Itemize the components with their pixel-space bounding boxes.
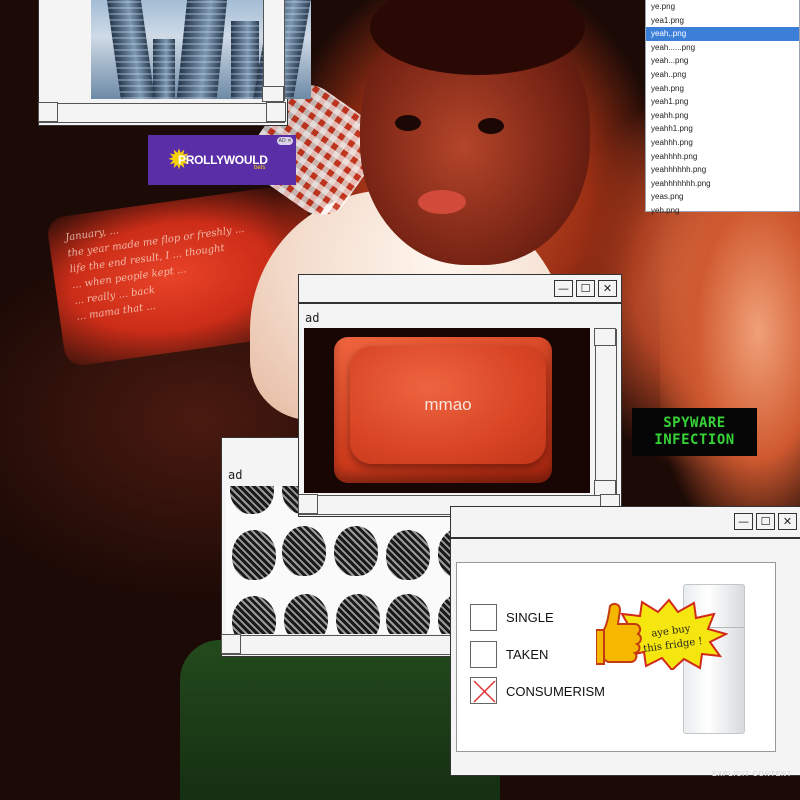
scroll-left-arrow[interactable] xyxy=(298,494,318,514)
window-label: ad xyxy=(305,311,320,325)
file-list-item[interactable]: yeah......png xyxy=(646,41,799,55)
scroll-left-arrow[interactable] xyxy=(38,102,58,122)
baby-mouth xyxy=(418,190,466,214)
file-list-panel[interactable]: ye.png yea1.png yeah,.png yeah......png yeah… xyxy=(645,0,800,215)
file-list-item[interactable]: yeahh.png xyxy=(646,109,799,123)
file-list-item[interactable]: yeahhh.png xyxy=(646,136,799,150)
file-list-item[interactable]: yeah,.png xyxy=(646,27,799,41)
option-single-label: SINGLE xyxy=(506,610,554,625)
file-list-item[interactable]: yea1.png xyxy=(646,14,799,28)
spyware-line-2: INFECTION xyxy=(654,432,735,448)
checkbox-taken[interactable] xyxy=(470,641,497,668)
baby-eye-right xyxy=(478,118,504,134)
close-button[interactable]: ✕ xyxy=(598,280,617,297)
horizontal-scrollbar[interactable] xyxy=(38,102,286,123)
close-button[interactable]: ✕ xyxy=(778,513,797,530)
keycap-top: mmao xyxy=(350,346,546,464)
window-label: ad xyxy=(228,468,243,482)
file-list-item[interactable]: yeah.png xyxy=(646,82,799,96)
option-taken-label: TAKEN xyxy=(506,647,549,662)
vertical-scrollbar[interactable] xyxy=(594,328,617,498)
explicit-content-label: EXPLICIT CONTENT xyxy=(712,771,793,778)
file-list-item[interactable]: yeas.png xyxy=(646,190,799,204)
option-consumerism-label: CONSUMERISM xyxy=(506,684,605,699)
x-mark-icon xyxy=(473,680,496,703)
checkbox-single[interactable] xyxy=(470,604,497,631)
background-glow xyxy=(660,200,800,530)
scroll-down-arrow[interactable] xyxy=(262,86,284,102)
city-photo-window[interactable] xyxy=(38,0,311,126)
checkbox-consumerism[interactable] xyxy=(470,677,497,704)
maximize-button[interactable]: ☐ xyxy=(576,280,595,297)
spyware-line-1: SPYWARE xyxy=(663,415,726,431)
prollywould-ad[interactable]: ✹ PROLLYWOULD bets AD ✕ xyxy=(148,135,296,185)
file-list-item[interactable]: yeh.png xyxy=(646,204,799,218)
file-list-item[interactable]: yeahhhhhhh.png xyxy=(646,177,799,191)
file-list-item[interactable]: yeahhhh.png xyxy=(646,150,799,164)
keycap-label: mmao xyxy=(424,395,472,414)
maximize-button[interactable]: ☐ xyxy=(756,513,775,530)
scroll-left-arrow[interactable] xyxy=(221,634,241,654)
thumbs-up-icon xyxy=(596,602,642,665)
scroll-right-arrow[interactable] xyxy=(266,102,286,122)
window-controls: — ☐ ✕ xyxy=(554,280,617,297)
spyware-infection-banner[interactable]: SPYWARE INFECTION xyxy=(632,408,757,456)
ad-subtext: bets xyxy=(254,165,266,171)
scroll-up-arrow[interactable] xyxy=(594,328,616,346)
file-list-item[interactable]: yeah1.png xyxy=(646,95,799,109)
vertical-scrollbar[interactable] xyxy=(262,0,285,102)
minimize-button[interactable]: — xyxy=(734,513,753,530)
file-list-item[interactable]: yeah..png xyxy=(646,68,799,82)
baby-eye-left xyxy=(395,115,421,131)
minimize-button[interactable]: — xyxy=(554,280,573,297)
ad-close-badge[interactable]: AD ✕ xyxy=(277,137,293,145)
file-list-item[interactable]: yeahhhhhh.png xyxy=(646,163,799,177)
file-list-item[interactable]: ye.png xyxy=(646,0,799,14)
file-list-item[interactable]: yeahh1.png xyxy=(646,122,799,136)
window-controls: — ☐ ✕ xyxy=(734,513,797,530)
file-list-item[interactable]: yeah...png xyxy=(646,54,799,68)
